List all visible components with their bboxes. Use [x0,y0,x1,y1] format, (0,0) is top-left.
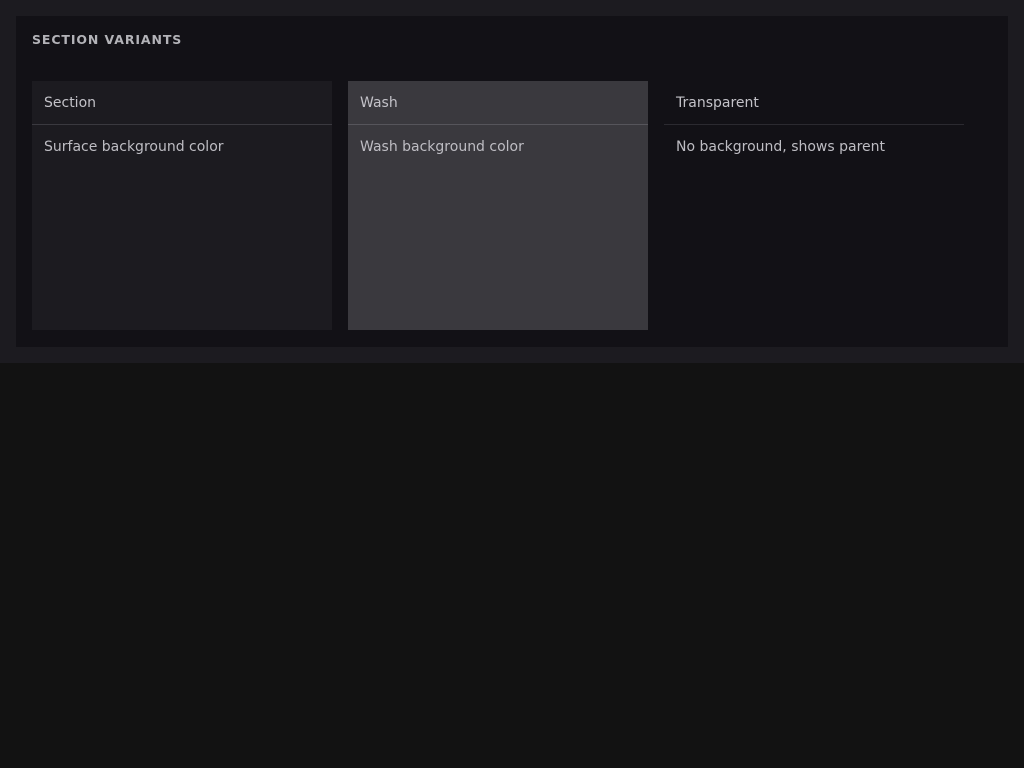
section-variant-card: Section Surface background color [32,81,332,330]
page-surface: SECTION VARIANTS Section Surface backgro… [0,0,1024,363]
section-variants-panel: SECTION VARIANTS Section Surface backgro… [16,16,1008,347]
wash-card-description: Wash background color [360,139,524,155]
transparent-variant-card: Transparent No background, shows parent [664,81,964,330]
transparent-card-header: Transparent [664,81,964,125]
transparent-card-description: No background, shows parent [676,139,886,155]
section-card-description: Surface background color [44,139,224,155]
section-card-header: Section [32,81,332,125]
panel-title: SECTION VARIANTS [32,32,183,47]
wash-card-header: Wash [348,81,648,125]
wash-variant-card: Wash Wash background color [348,81,648,330]
